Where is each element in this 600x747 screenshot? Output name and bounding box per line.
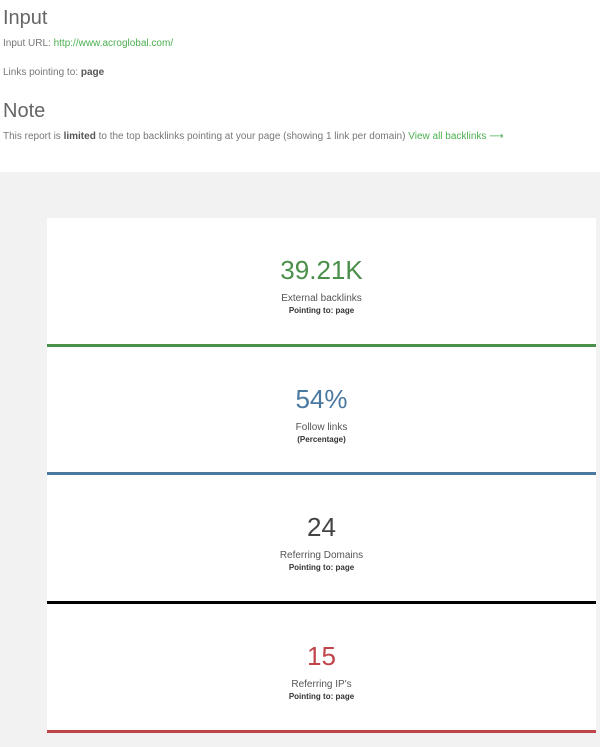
referring-domains-value: 24 <box>307 512 336 542</box>
report-header: Input Input URL: http://www.acroglobal.c… <box>0 0 600 172</box>
view-all-backlinks-link[interactable]: View all backlinks ⟶ <box>408 131 503 142</box>
input-heading: Input <box>3 7 48 29</box>
stat-card-referring-ips: 15 Referring IP's Pointing to: page <box>47 604 596 733</box>
links-pointing-line: Links pointing to: page <box>3 67 104 79</box>
stat-card-referring-domains: 24 Referring Domains Pointing to: page <box>47 475 596 604</box>
note-text: This report is limited to the top backli… <box>3 131 504 143</box>
referring-domains-label: Referring Domains <box>279 550 364 561</box>
links-pointing-label: Links pointing to: <box>3 67 79 78</box>
input-url-line: Input URL: http://www.acroglobal.com/ <box>3 38 173 50</box>
referring-ips-label: Referring IP's <box>291 679 352 690</box>
referring-ips-value: 15 <box>307 641 336 671</box>
note-text-bold: limited <box>63 131 96 142</box>
referring-domains-sub: Pointing to: page <box>288 563 355 572</box>
input-url-label: Input URL: <box>3 38 51 49</box>
stat-card-follow-links: 54% Follow links (Percentage) <box>47 347 596 475</box>
referring-ips-sub: Pointing to: page <box>288 692 355 701</box>
note-text-after: to the top backlinks pointing at your pa… <box>98 131 406 142</box>
follow-links-value: 54% <box>295 384 348 414</box>
links-pointing-value: page <box>80 67 105 78</box>
input-url-link[interactable]: http://www.acroglobal.com/ <box>54 38 174 49</box>
external-backlinks-label: External backlinks <box>281 293 362 304</box>
referring-ips-bar <box>47 730 596 733</box>
external-backlinks-value: 39.21K <box>280 255 363 285</box>
follow-links-label: Follow links <box>295 422 348 433</box>
external-backlinks-sub: Pointing to: page <box>288 306 355 315</box>
stat-card-external-backlinks: 39.21K External backlinks Pointing to: p… <box>47 218 596 347</box>
note-text-before: This report is <box>3 131 61 142</box>
follow-links-sub: (Percentage) <box>297 435 346 444</box>
note-heading: Note <box>3 100 46 122</box>
